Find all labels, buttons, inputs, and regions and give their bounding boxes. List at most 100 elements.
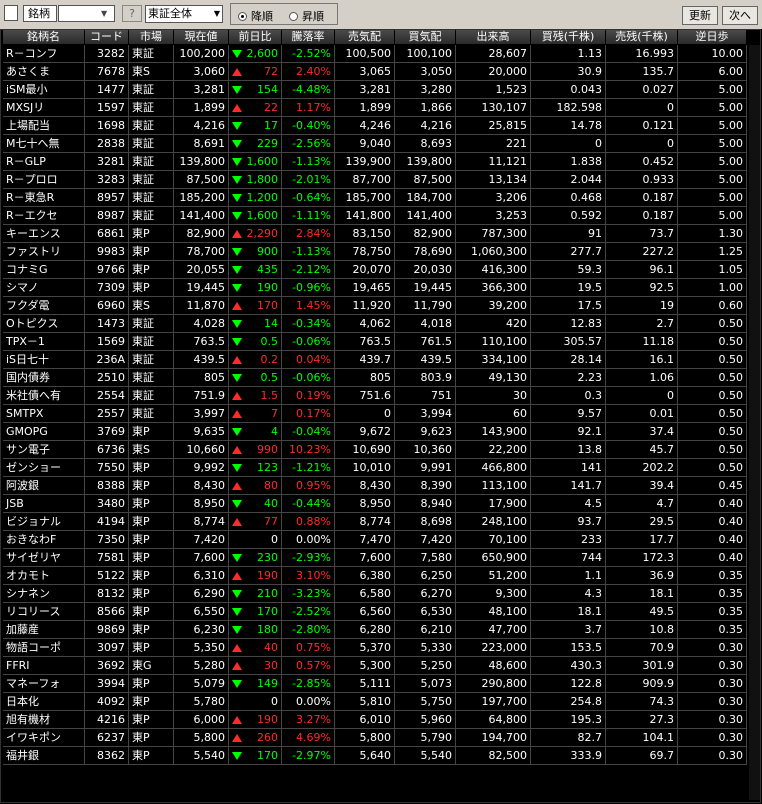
vertical-scrollbar[interactable]	[749, 45, 760, 800]
cell-gyakuhibu-text: 0.60	[718, 299, 744, 312]
cell-gyakuhibu-text: 0.30	[718, 713, 744, 726]
cell-ask-text: 6,380	[359, 569, 392, 582]
table-row[interactable]: シマノ 7309 東P 19,445 190 -0.96% 19,465 19,445 366,…	[3, 279, 747, 297]
col-header-rate[interactable]: 騰落率	[282, 30, 335, 45]
sort-desc-label: 降順	[251, 10, 273, 23]
table-row[interactable]: キーエンス 6861 東P 82,900 2,290 2.84% 83,150 82,900 7…	[3, 225, 747, 243]
cell-ask-text: 11,920	[352, 299, 392, 312]
table-row[interactable]: iS日七十 236A 東証 439.5 0.2 0.04% 439.7 439.5 334,10…	[3, 351, 747, 369]
col-header-code[interactable]: コード	[85, 30, 129, 45]
cell-price-text: 4,216	[193, 119, 226, 132]
table-row[interactable]: あさくま 7678 東S 3,060 72 2.40% 3,065 3,050 20,000 30…	[3, 63, 747, 81]
table-row[interactable]: FFRI 3692 東G 5,280 30 0.57% 5,300 5,250 48,600 43…	[3, 657, 747, 675]
col-header-gyakuhibu[interactable]: 逆日歩	[678, 30, 747, 45]
table-row[interactable]: 日本化 4092 東P 5,780 0 0.00% 5,810 5,750 197,700 254…	[3, 693, 747, 711]
col-header-name[interactable]: 銘柄名	[3, 30, 85, 45]
col-header-bid[interactable]: 買気配	[395, 30, 456, 45]
cell-bid: 8,940	[395, 495, 456, 513]
table-row[interactable]: TPX－1 1569 東証 763.5 0.5 -0.06% 763.5 761.5 110,1…	[3, 333, 747, 351]
table-row[interactable]: おきなわF 7350 東P 7,420 0 0.00% 7,470 7,420 70,100 23…	[3, 531, 747, 549]
col-header-sell-balance[interactable]: 売残(千株)	[606, 30, 678, 45]
cell-gyakuhibu: 5.00	[678, 153, 747, 171]
cell-code: 8987	[85, 207, 129, 225]
table-row[interactable]: 米社債へ有 2554 東証 751.9 1.5 0.19% 751.6 751 30 0.3 0 0.…	[3, 387, 747, 405]
cell-name: MXSJリ	[3, 99, 85, 117]
table-row[interactable]: シナネン 8132 東P 6,290 210 -3.23% 6,580 6,270 9,300 4…	[3, 585, 747, 603]
cell-price: 20,055	[174, 261, 229, 279]
cell-bid: 761.5	[395, 333, 456, 351]
table-row[interactable]: R－プロロ 3283 東証 87,500 1,800 -2.01% 87,700 87,500…	[3, 171, 747, 189]
table-row[interactable]: ビジョナル 4194 東P 8,774 77 0.88% 8,774 8,698 248,100…	[3, 513, 747, 531]
table-row[interactable]: 上場配当 1698 東証 4,216 17 -0.40% 4,246 4,216 25,815 1…	[3, 117, 747, 135]
cell-name: iS日七十	[3, 351, 85, 369]
col-header-volume[interactable]: 出来高	[456, 30, 531, 45]
cell-change: 4	[229, 423, 282, 441]
table-row[interactable]: R－東急R 8957 東証 185,200 1,200 -0.64% 185,700 184,…	[3, 189, 747, 207]
cell-market-text: 東証	[132, 371, 154, 384]
cell-bid-text: 803.9	[420, 371, 453, 384]
table-row[interactable]: GMOPG 3769 東P 9,635 4 -0.04% 9,672 9,623 143,900…	[3, 423, 747, 441]
refresh-button[interactable]: 更新	[682, 6, 718, 25]
cell-code: 8362	[85, 747, 129, 765]
down-arrow-icon	[232, 122, 242, 130]
cell-change-text: 1.5	[260, 389, 279, 402]
down-arrow-icon	[232, 158, 242, 166]
cell-rate: 3.27%	[282, 711, 335, 729]
table-row[interactable]: 阿波銀 8388 東P 8,430 80 0.95% 8,430 8,390 113,100 14…	[3, 477, 747, 495]
table-row[interactable]: 福井銀 8362 東P 5,540 170 -2.97% 5,640 5,540 82,500 3…	[3, 747, 747, 765]
table-row[interactable]: iSM最小 1477 東証 3,281 154 -4.48% 3,281 3,280 1,523…	[3, 81, 747, 99]
table-row[interactable]: リコリース 8566 東P 6,550 170 -2.52% 6,560 6,530 48,10…	[3, 603, 747, 621]
col-header-market[interactable]: 市場	[129, 30, 174, 45]
cell-price: 139,800	[174, 153, 229, 171]
table-row[interactable]: サイゼリヤ 7581 東P 7,600 230 -2.93% 7,600 7,580 650,9…	[3, 549, 747, 567]
table-row[interactable]: オカモト 5122 東P 6,310 190 3.10% 6,380 6,250 51,200 1…	[3, 567, 747, 585]
cell-buy-balance-text: 2.044	[570, 173, 603, 186]
sort-desc-radio[interactable]: 降順	[238, 8, 273, 24]
table-row[interactable]: Oトピクス 1473 東証 4,028 14 -0.34% 4,062 4,018 420 12.…	[3, 315, 747, 333]
table-row[interactable]: R－GLP 3281 東証 139,800 1,600 -1.13% 139,900 139,…	[3, 153, 747, 171]
table-row[interactable]: 物語コーポ 3097 東P 5,350 40 0.75% 5,370 5,330 223,000…	[3, 639, 747, 657]
cell-sell-balance: 27.3	[606, 711, 678, 729]
help-button[interactable]: ?	[122, 5, 142, 22]
table-row[interactable]: 加藤産 9869 東P 6,230 180 -2.80% 6,280 6,210 47,700 3…	[3, 621, 747, 639]
table-row[interactable]: MXSJリ 1597 東証 1,899 22 1.17% 1,899 1,866 130,107…	[3, 99, 747, 117]
col-header-ask[interactable]: 売気配	[335, 30, 395, 45]
cell-code-text: 6861	[97, 227, 125, 240]
cell-rate: -2.52%	[282, 603, 335, 621]
table-row[interactable]: フクダ電 6960 東S 11,870 170 1.45% 11,920 11,790 39,2…	[3, 297, 747, 315]
next-page-button[interactable]: 次へ	[722, 6, 758, 25]
cell-bid-text: 8,940	[420, 497, 453, 510]
table-row[interactable]: 旭有機材 4216 東P 6,000 190 3.27% 6,010 5,960 64,800 1…	[3, 711, 747, 729]
market-select[interactable]: 東証全体 ▼	[145, 5, 223, 23]
cell-change: 0.5	[229, 333, 282, 351]
col-header-change[interactable]: 前日比	[229, 30, 282, 45]
table-row[interactable]: SMTPX 2557 東証 3,997 7 0.17% 0 3,994 60 9.57 0.01 0.…	[3, 405, 747, 423]
cell-change-text: 0.2	[260, 353, 279, 366]
table-row[interactable]: マネーフォ 3994 東P 5,079 149 -2.85% 5,111 5,073 290,8…	[3, 675, 747, 693]
col-header-buy-balance[interactable]: 買残(千株)	[531, 30, 606, 45]
cell-buy-balance-text: 0.468	[570, 191, 603, 204]
table-row[interactable]: サン電子 6736 東S 10,660 990 10.23% 10,690 10,360 22,…	[3, 441, 747, 459]
cell-gyakuhibu: 0.50	[678, 351, 747, 369]
table-row[interactable]: ゼンショー 7550 東P 9,992 123 -1.21% 10,010 9,991 466,…	[3, 459, 747, 477]
cell-bid: 87,500	[395, 171, 456, 189]
table-row[interactable]: R－コンフ 3282 東証 100,200 2,600 -2.52% 100,500 100,…	[3, 45, 747, 63]
col-header-price[interactable]: 現在値	[174, 30, 229, 45]
table-row[interactable]: コナミG 9766 東P 20,055 435 -2.12% 20,070 20,030 416…	[3, 261, 747, 279]
chevron-down-icon[interactable]: ▼	[101, 9, 107, 18]
cell-gyakuhibu-text: 0.50	[718, 389, 744, 402]
sort-asc-radio[interactable]: 昇順	[289, 8, 324, 24]
table-row[interactable]: ファストリ 9983 東P 78,700 900 -1.13% 78,750 78,690 1,…	[3, 243, 747, 261]
table-row[interactable]: イワキポン 6237 東P 5,800 260 4.69% 5,800 5,790 194,70…	[3, 729, 747, 747]
table-row[interactable]: 国内債券 2510 東証 805 0.5 -0.06% 805 803.9 49,130 2.23…	[3, 369, 747, 387]
down-arrow-icon	[232, 338, 242, 346]
cell-gyakuhibu-text: 0.40	[718, 551, 744, 564]
table-row[interactable]: R－エクセ 8987 東証 141,400 1,600 -1.11% 141,800 141,…	[3, 207, 747, 225]
cell-sell-balance: 135.7	[606, 63, 678, 81]
cell-buy-balance: 4.5	[531, 495, 606, 513]
table-row[interactable]: JSB 3480 東P 8,950 40 -0.44% 8,950 8,940 17,900 4.…	[3, 495, 747, 513]
table-row[interactable]: M七十へ無 2838 東証 8,691 229 -2.56% 9,040 8,693 221 0 0…	[3, 135, 747, 153]
cell-buy-balance-text: 430.3	[570, 659, 603, 672]
select-all-checkbox[interactable]	[4, 5, 18, 21]
cell-bid-text: 439.5	[420, 353, 453, 366]
